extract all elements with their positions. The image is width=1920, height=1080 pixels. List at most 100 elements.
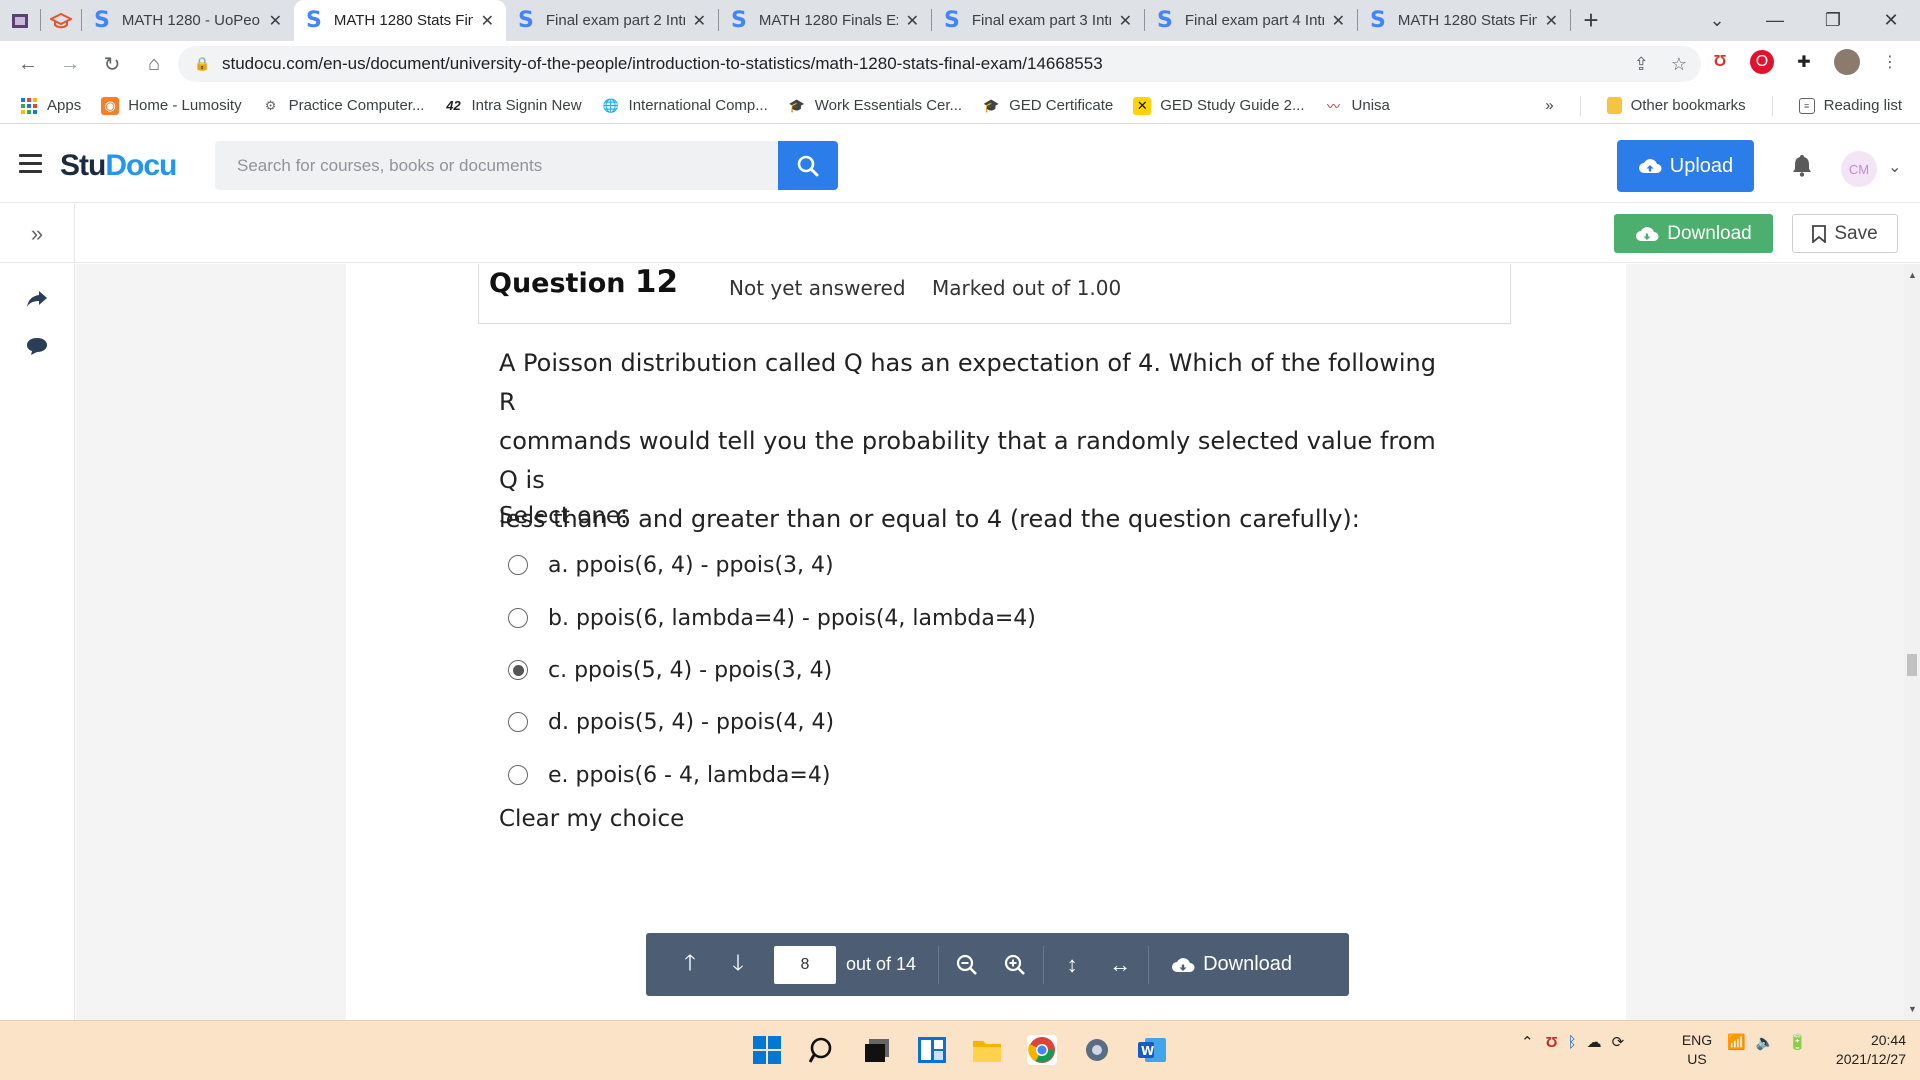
pinned-tab-2[interactable] [41, 0, 81, 41]
close-icon[interactable]: ✕ [1332, 11, 1345, 31]
search-icon[interactable] [808, 1035, 838, 1065]
onedrive-cloud-icon[interactable]: ☁ [1587, 1033, 1602, 1051]
pinned-tab-1[interactable] [0, 0, 40, 41]
radio-button[interactable] [508, 712, 528, 732]
tab-final-exam-part-2[interactable]: S Final exam part 2 Intro ✕ [506, 0, 718, 41]
network-sound-battery[interactable]: 📶 🔈 🔋 [1727, 1033, 1807, 1051]
close-icon[interactable]: ✕ [906, 11, 919, 31]
fit-height-icon[interactable]: ↕ [1048, 952, 1096, 978]
extension-shield-icon[interactable]: Ʊ [1708, 50, 1732, 74]
pager-download-button[interactable]: Download [1171, 953, 1292, 976]
share-icon[interactable]: ⇪ [1634, 54, 1649, 75]
close-icon[interactable]: ✕ [1545, 11, 1558, 31]
address-bar[interactable]: 🔒 studocu.com/en-us/document/university-… [178, 46, 1701, 82]
mcafee-shield-icon[interactable]: Ʊ [1546, 1034, 1558, 1051]
tab-math-1280-stats-final-2[interactable]: S MATH 1280 Stats Final ✕ [1358, 0, 1570, 41]
close-window-button[interactable]: ✕ [1862, 10, 1920, 31]
bookmark-work-essentials[interactable]: 🎓 Work Essentials Cer... [788, 97, 962, 115]
next-page-arrow-icon[interactable]: 🡓 [714, 946, 762, 984]
bookmark-international-comp[interactable]: 🌐 International Comp... [602, 97, 767, 115]
zoom-in-icon[interactable] [991, 954, 1039, 976]
radio-button[interactable] [508, 608, 528, 628]
previous-page-arrow-icon[interactable]: 🡑 [666, 946, 714, 984]
tab-final-exam-part-4[interactable]: S Final exam part 4 Intro ✕ [1145, 0, 1357, 41]
answer-option-d[interactable]: d. ppois(5, 4) - ppois(4, 4) [508, 707, 834, 737]
notification-bell-icon[interactable] [1791, 153, 1813, 183]
bookmark-ged-study-guide[interactable]: ✕ GED Study Guide 2... [1133, 96, 1305, 115]
close-icon[interactable]: ✕ [481, 11, 494, 31]
studocu-logo[interactable]: StuDocu [60, 149, 177, 183]
bookmark-other[interactable]: Other bookmarks [1606, 97, 1746, 114]
tab-final-exam-part-3[interactable]: S Final exam part 3 Intro ✕ [932, 0, 1144, 41]
back-button[interactable]: ← [8, 45, 48, 85]
task-view-icon[interactable] [862, 1035, 892, 1065]
clock[interactable]: 20:44 2021/12/27 [1822, 1031, 1906, 1069]
bluetooth-icon[interactable]: ᛒ [1568, 1034, 1577, 1051]
radio-button[interactable] [508, 765, 528, 785]
user-avatar[interactable]: CM [1841, 151, 1877, 187]
upload-button[interactable]: Upload [1617, 140, 1754, 192]
bookmark-star-icon[interactable]: ☆ [1671, 54, 1687, 75]
forward-button[interactable]: → [50, 45, 90, 85]
tab-math-1280-stats-final-active[interactable]: S MATH 1280 Stats Final ✕ [294, 0, 506, 41]
hamburger-menu-icon[interactable] [19, 154, 42, 178]
bookmark-unisa[interactable]: 〰 Unisa [1325, 97, 1390, 115]
scroll-up-arrow-icon[interactable]: ▲ [1908, 270, 1917, 280]
sync-icon[interactable]: ⟳ [1612, 1033, 1625, 1051]
page-number-input[interactable]: 8 [774, 945, 836, 984]
bookmark-practice-computer[interactable]: ⚙ Practice Computer... [262, 97, 425, 115]
answer-option-a[interactable]: a. ppois(6, 4) - ppois(3, 4) [508, 550, 834, 580]
close-icon[interactable]: ✕ [1119, 11, 1132, 31]
answer-option-b[interactable]: b. ppois(6, lambda=4) - ppois(4, lambda=… [508, 603, 1036, 633]
menu-kebab-icon[interactable]: ⋮ [1878, 50, 1902, 74]
expand-sidebar-icon[interactable]: » [0, 204, 75, 263]
scrollbar-thumb[interactable] [1907, 654, 1917, 676]
word-icon[interactable]: W [1137, 1035, 1167, 1065]
answer-option-c[interactable]: c. ppois(5, 4) - ppois(3, 4) [508, 655, 832, 685]
windows-start-icon[interactable] [752, 1035, 782, 1065]
search-input[interactable]: Search for courses, books or documents [215, 141, 778, 190]
language-indicator[interactable]: ENG US [1677, 1031, 1717, 1069]
search-button[interactable] [778, 141, 838, 190]
url-text[interactable]: studocu.com/en-us/document/university-of… [222, 54, 1103, 74]
fit-width-icon[interactable]: ↔ [1096, 952, 1144, 978]
bookmark-ged-certificate[interactable]: 🎓 GED Certificate [982, 97, 1113, 115]
zoom-out-icon[interactable] [943, 954, 991, 976]
reading-list-button[interactable]: ≡ Reading list [1798, 97, 1902, 114]
window-controls: ⌄ — ❐ ✕ [1688, 0, 1920, 41]
lock-icon[interactable]: 🔒 [194, 56, 210, 72]
radio-button[interactable] [508, 555, 528, 575]
tab-search-chevron-icon[interactable]: ⌄ [1688, 10, 1746, 31]
close-icon[interactable]: ✕ [269, 11, 282, 31]
bookmark-intra-signin[interactable]: 42 Intra Signin New [444, 97, 581, 115]
comment-icon[interactable] [24, 333, 50, 359]
radio-button-selected[interactable] [508, 660, 528, 680]
chevron-down-icon[interactable]: ⌄ [1888, 157, 1901, 177]
answer-option-e[interactable]: e. ppois(6 - 4, lambda=4) [508, 760, 830, 790]
tab-math-1280-uopeople[interactable]: S MATH 1280 - UoPeople ✕ [82, 0, 294, 41]
restore-button[interactable]: ❐ [1804, 10, 1862, 31]
bookmark-apps[interactable]: Apps [20, 97, 81, 115]
minimize-button[interactable]: — [1746, 10, 1804, 31]
opera-extension-icon[interactable]: O [1750, 50, 1774, 74]
chrome-icon[interactable] [1027, 1035, 1057, 1065]
file-explorer-icon[interactable] [972, 1035, 1002, 1065]
settings-gear-icon[interactable] [1082, 1035, 1112, 1065]
new-tab-button[interactable]: + [1571, 0, 1611, 41]
widgets-icon[interactable] [917, 1035, 947, 1065]
extensions-puzzle-icon[interactable]: ✚ [1792, 50, 1816, 74]
share-arrow-icon[interactable] [24, 286, 50, 312]
bookmark-lumosity[interactable]: ◉ Home - Lumosity [101, 96, 242, 115]
home-button[interactable]: ⌂ [134, 45, 174, 85]
download-button[interactable]: Download [1614, 214, 1773, 253]
profile-avatar[interactable] [1834, 49, 1860, 75]
reload-button[interactable]: ↻ [92, 45, 132, 85]
scroll-down-arrow-icon[interactable]: ▼ [1908, 1004, 1917, 1014]
more-bookmarks-button[interactable]: » [1545, 97, 1553, 114]
tab-math-1280-finals[interactable]: S MATH 1280 Finals Exam ✕ [719, 0, 931, 41]
show-hidden-icons-chevron-icon[interactable]: ⌃ [1521, 1033, 1534, 1051]
save-button[interactable]: Save [1792, 214, 1898, 253]
clear-my-choice-link[interactable]: Clear my choice [499, 806, 684, 832]
close-icon[interactable]: ✕ [693, 11, 706, 31]
page-scrollbar[interactable]: ▲ ▼ [1904, 264, 1920, 1020]
